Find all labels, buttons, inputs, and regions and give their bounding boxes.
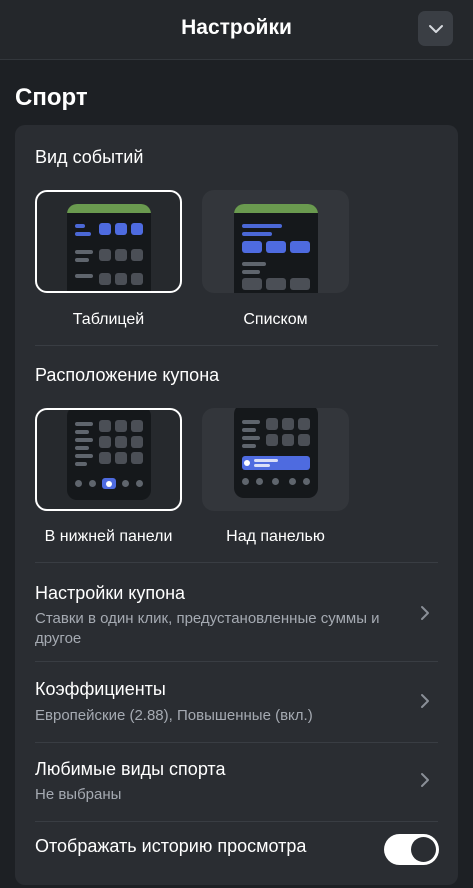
collapse-button[interactable] (418, 11, 453, 46)
event-view-option-list-label: Списком (243, 311, 308, 328)
odds-row[interactable]: Коэффициенты Европейские (2.88), Повышен… (15, 662, 458, 742)
chevron-down-icon (428, 24, 443, 33)
chevron-right-icon (421, 773, 429, 787)
history-toggle-label: Отображать историю просмотра (35, 836, 307, 856)
odds-title: Коэффициенты (35, 679, 166, 699)
above-panel-preview-icon (233, 408, 318, 498)
coupon-settings-subtitle: Ставки в один клик, предустановленные су… (35, 610, 380, 647)
coupon-position-option-above-label: Над панелью (226, 528, 325, 545)
favorite-sports-title: Любимые виды спорта (35, 759, 226, 779)
favorite-sports-row[interactable]: Любимые виды спорта Не выбраны (15, 743, 458, 821)
bottom-panel-preview-icon (66, 410, 151, 500)
header-bar: Настройки (0, 0, 473, 60)
list-preview-icon (233, 204, 318, 293)
divider (35, 821, 438, 822)
history-toggle[interactable] (384, 834, 439, 865)
chevron-right-icon (421, 606, 429, 620)
odds-subtitle: Европейские (2.88), Повышенные (вкл.) (35, 707, 313, 724)
coupon-position-option-bottom-label: В нижней панели (44, 528, 173, 545)
coupon-position-title: Расположение купона (35, 365, 220, 385)
event-view-option-table[interactable] (35, 190, 182, 293)
chevron-right-icon (421, 694, 429, 708)
event-view-option-table-label: Таблицей (72, 311, 145, 328)
coupon-settings-row[interactable]: Настройки купона Ставки в один клик, пре… (15, 563, 458, 661)
page-title: Настройки (181, 16, 292, 39)
favorite-sports-subtitle: Не выбраны (35, 786, 122, 803)
section-title: Спорт (15, 84, 88, 111)
event-view-title: Вид событий (35, 147, 144, 167)
coupon-position-option-above[interactable] (202, 408, 349, 511)
table-preview-icon (66, 204, 151, 291)
event-view-option-list[interactable] (202, 190, 349, 293)
coupon-settings-title: Настройки купона (35, 583, 186, 603)
divider (35, 345, 438, 346)
settings-card: Вид событий Таблицей Списком Расположени… (15, 125, 458, 885)
toggle-knob (411, 837, 436, 862)
coupon-position-option-bottom[interactable] (35, 408, 182, 511)
